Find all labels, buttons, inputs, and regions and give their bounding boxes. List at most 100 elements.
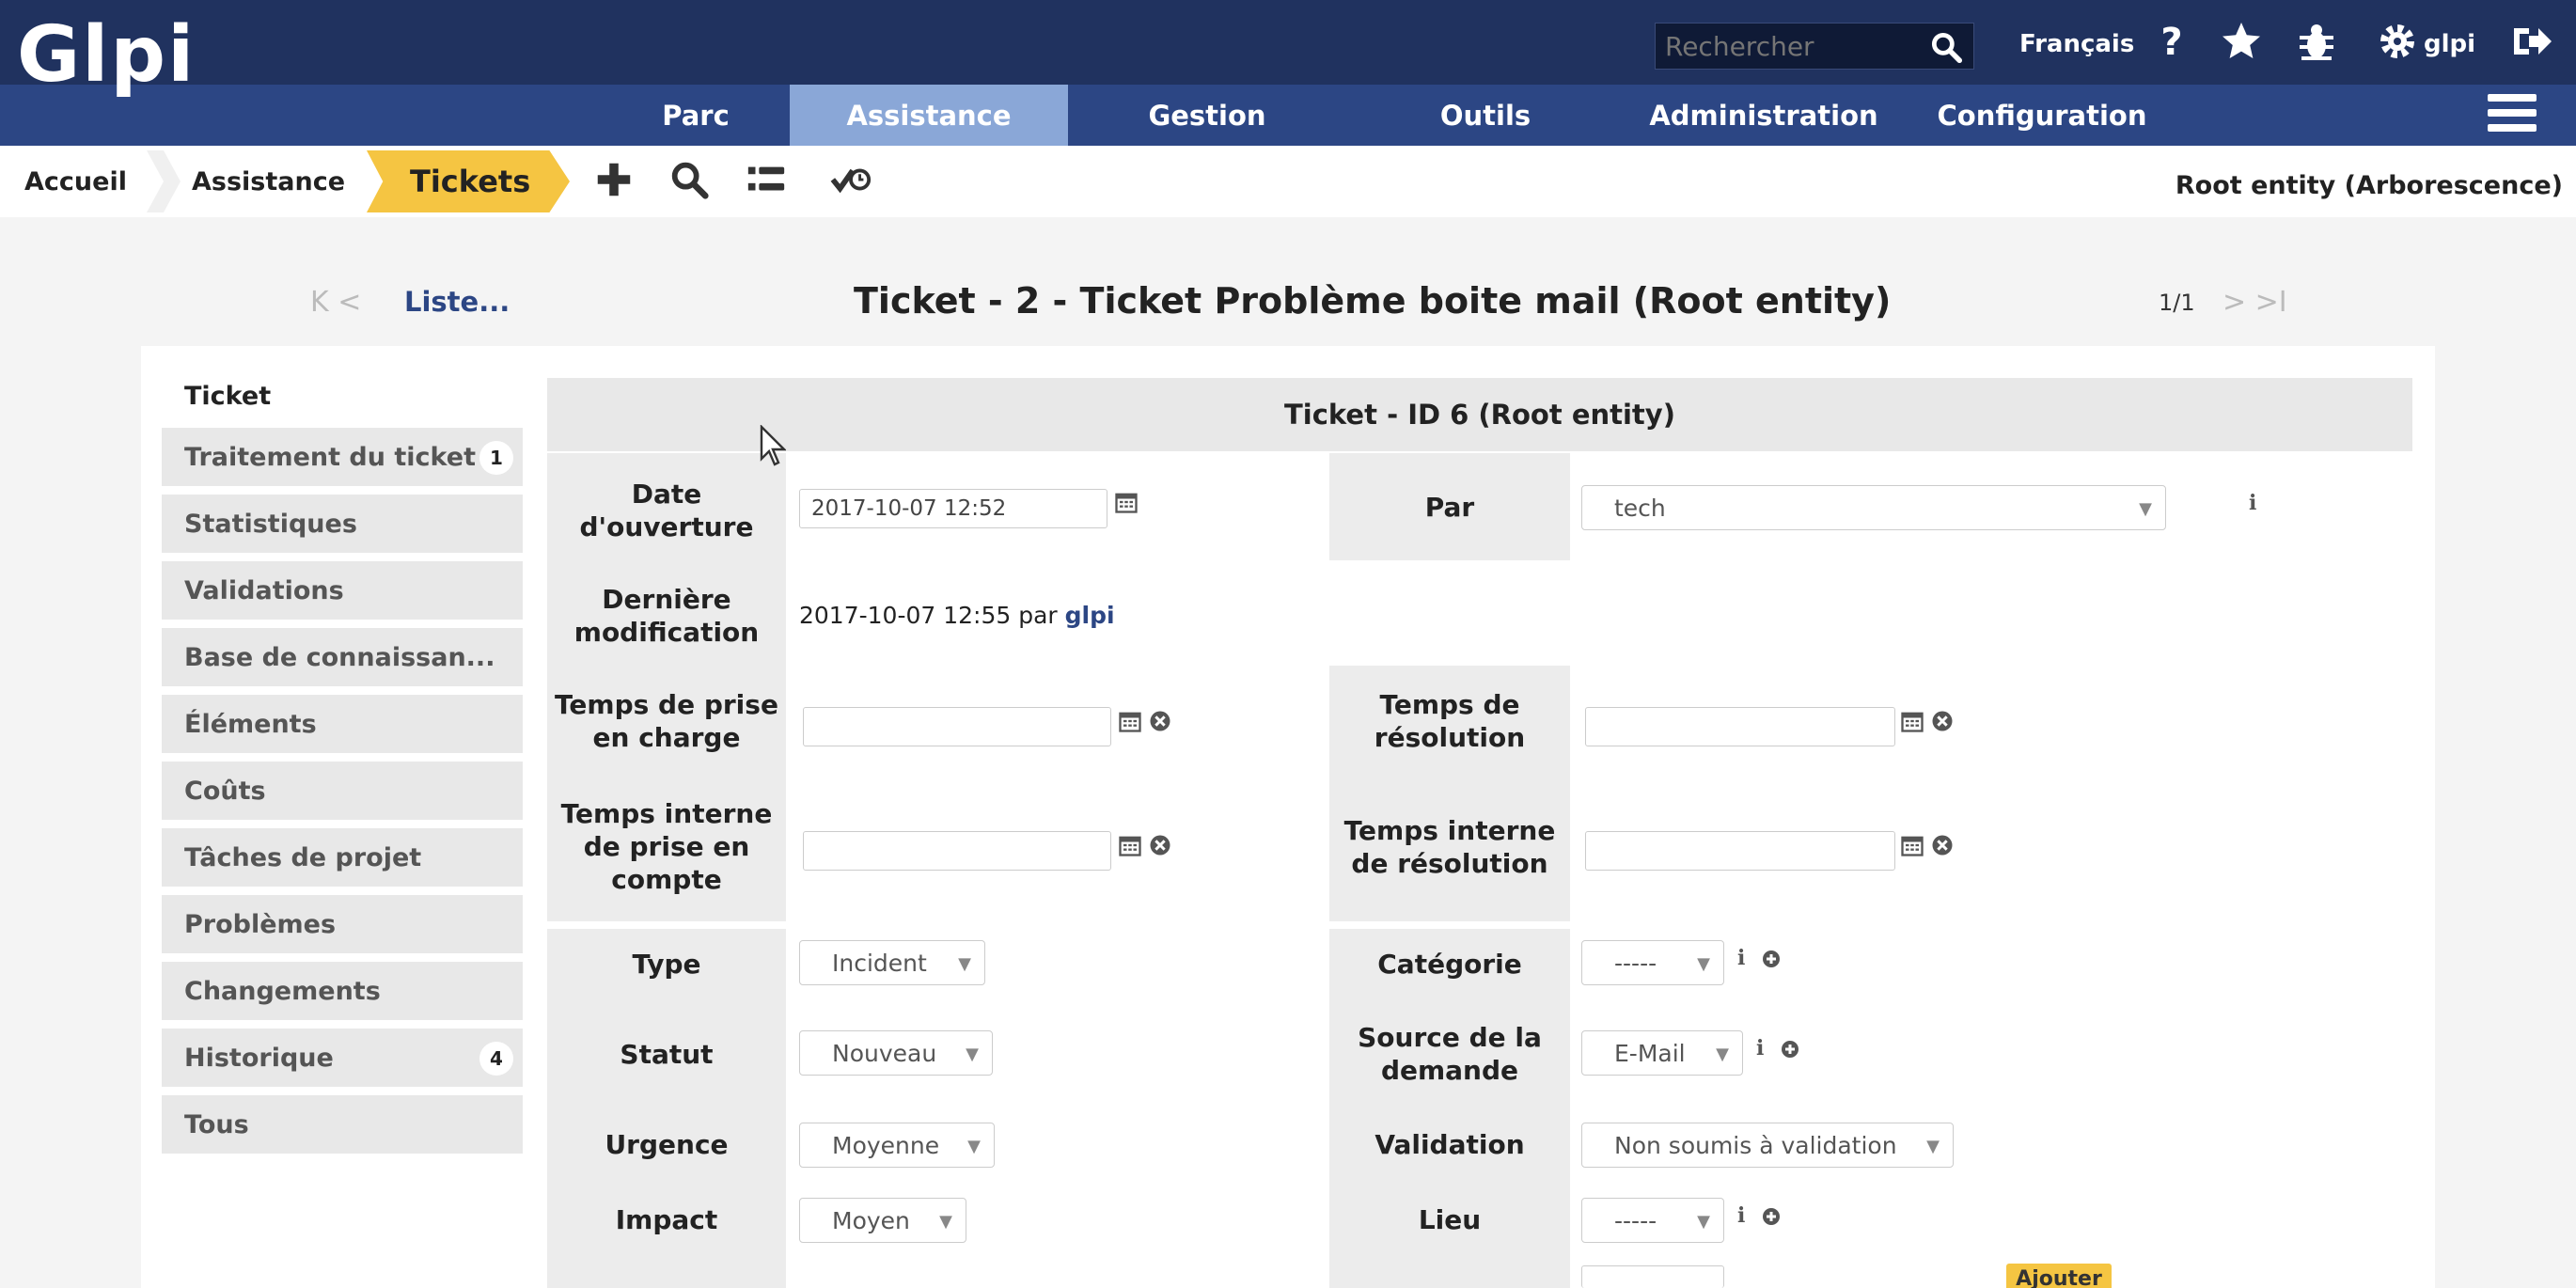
info-icon[interactable]: i	[2249, 491, 2256, 515]
category-label: Catégorie	[1377, 948, 1522, 980]
add-button[interactable]: Ajouter	[2006, 1264, 2112, 1288]
info-icon[interactable]: i	[1737, 1203, 1745, 1228]
tab-base-connaissance[interactable]: Base de connaissan...	[162, 628, 523, 686]
tab-couts[interactable]: Coûts	[162, 762, 523, 820]
tab-label: Éléments	[184, 709, 317, 739]
mouse-cursor-icon	[760, 425, 786, 466]
tab-badge: 4	[479, 1042, 513, 1076]
tab-taches-projet[interactable]: Tâches de projet	[162, 828, 523, 887]
chevron-down-icon: ▼	[958, 954, 971, 974]
validation-select[interactable]: Non soumis à validation ▼	[1581, 1123, 1954, 1168]
last-modification-user-link[interactable]: glpi	[1065, 602, 1115, 629]
partial-field[interactable]	[1581, 1265, 1724, 1288]
menu-toggle-icon[interactable]	[2488, 94, 2537, 135]
tab-elements[interactable]: Éléments	[162, 695, 523, 753]
user-name[interactable]: glpi	[2424, 21, 2475, 68]
search-icon[interactable]	[1928, 29, 1964, 65]
calendar-icon[interactable]	[1117, 708, 1143, 734]
status-label: Statut	[620, 1038, 714, 1070]
list-link[interactable]: Liste...	[404, 286, 510, 318]
ttr-label: Temps de résolution	[1374, 689, 1526, 753]
internal-ttr-input[interactable]	[1585, 831, 1895, 871]
menu-parc[interactable]: Parc	[602, 85, 790, 146]
impact-value: Moyen	[832, 1206, 910, 1234]
entity-label[interactable]: Root entity (Arborescence)	[2175, 171, 2563, 200]
list-icon[interactable]	[745, 158, 788, 201]
svg-text:?: ?	[2160, 21, 2182, 64]
gear-icon[interactable]	[2375, 19, 2420, 64]
nav-previous[interactable]: K <	[310, 286, 361, 319]
nav-next[interactable]: > >I	[2223, 286, 2287, 319]
chevron-down-icon: ▼	[1697, 1212, 1710, 1232]
breadcrumb-tickets[interactable]: Tickets	[367, 150, 570, 212]
ttr-input[interactable]	[1585, 707, 1895, 746]
info-icon[interactable]: i	[1756, 1036, 1764, 1060]
last-modification-value: 2017-10-07 12:55 par glpi	[799, 602, 1115, 629]
internal-tto-label: Temps interne de prise en compte	[560, 797, 773, 895]
clear-icon[interactable]	[1147, 832, 1173, 858]
info-icon[interactable]: i	[1737, 946, 1745, 970]
search-input[interactable]	[1656, 24, 1909, 70]
type-select[interactable]: Incident ▼	[799, 940, 985, 985]
tab-changements[interactable]: Changements	[162, 962, 523, 1020]
search-icon[interactable]	[668, 158, 711, 201]
add-circle-icon[interactable]	[1779, 1038, 1801, 1060]
tab-label: Tous	[184, 1109, 249, 1139]
clear-icon[interactable]	[1929, 708, 1956, 734]
bug-icon[interactable]	[2294, 19, 2339, 64]
tto-input[interactable]	[803, 707, 1111, 746]
calendar-icon[interactable]	[1899, 708, 1925, 734]
source-label: Source de la demande	[1358, 1022, 1542, 1086]
tto-label: Temps de prise en charge	[555, 689, 778, 753]
status-select[interactable]: Nouveau ▼	[799, 1030, 993, 1076]
menu-assistance[interactable]: Assistance	[790, 85, 1068, 146]
tab-statistiques[interactable]: Statistiques	[162, 495, 523, 553]
chevron-down-icon: ▼	[1926, 1137, 1940, 1156]
validation-label: Validation	[1374, 1128, 1525, 1160]
help-icon[interactable]: ?	[2149, 19, 2194, 64]
tab-ticket[interactable]: Ticket	[162, 367, 523, 425]
add-circle-icon[interactable]	[1760, 948, 1783, 970]
language-selector[interactable]: Français	[2019, 21, 2134, 68]
category-select[interactable]: ----- ▼	[1581, 940, 1724, 985]
location-value: -----	[1614, 1206, 1657, 1234]
tab-label: Traitement du ticket	[184, 442, 476, 472]
tab-problemes[interactable]: Problèmes	[162, 895, 523, 953]
source-value: E-Mail	[1614, 1039, 1686, 1067]
chevron-down-icon: ▼	[1716, 1045, 1729, 1064]
tab-historique[interactable]: Historique 4	[162, 1029, 523, 1087]
menu-gestion[interactable]: Gestion	[1068, 85, 1346, 146]
clear-icon[interactable]	[1929, 832, 1956, 858]
breadcrumb-assistance[interactable]: Assistance	[192, 150, 345, 212]
tab-label: Tâches de projet	[184, 842, 422, 872]
tab-tous[interactable]: Tous	[162, 1095, 523, 1154]
calendar-icon[interactable]	[1113, 489, 1139, 515]
tab-traitement[interactable]: Traitement du ticket 1	[162, 428, 523, 486]
urgency-select[interactable]: Moyenne ▼	[799, 1123, 995, 1168]
source-select[interactable]: E-Mail ▼	[1581, 1030, 1743, 1076]
page-counter: 1/1	[2159, 290, 2195, 316]
tab-validations[interactable]: Validations	[162, 561, 523, 620]
date-opening-input[interactable]: 2017-10-07 12:52	[799, 489, 1107, 528]
menu-administration[interactable]: Administration	[1625, 85, 1903, 146]
clear-icon[interactable]	[1147, 708, 1173, 734]
add-icon[interactable]	[592, 158, 636, 201]
check-clock-icon[interactable]	[829, 158, 872, 201]
calendar-icon[interactable]	[1899, 832, 1925, 858]
star-icon[interactable]	[2219, 19, 2264, 64]
menu-outils[interactable]: Outils	[1346, 85, 1625, 146]
type-label: Type	[632, 948, 701, 980]
page-title: Ticket - 2 - Ticket Problème boite mail …	[854, 280, 1892, 322]
urgency-label: Urgence	[605, 1128, 729, 1160]
glpi-logo[interactable]: Glpi	[17, 17, 196, 94]
last-modification-label: Dernière modification	[573, 584, 760, 648]
calendar-icon[interactable]	[1117, 832, 1143, 858]
location-select[interactable]: ----- ▼	[1581, 1198, 1724, 1243]
impact-select[interactable]: Moyen ▼	[799, 1198, 966, 1243]
breadcrumb-home[interactable]: Accueil	[24, 150, 127, 212]
internal-tto-input[interactable]	[803, 831, 1111, 871]
logout-icon[interactable]	[2508, 19, 2553, 64]
by-select[interactable]: tech ▼	[1581, 485, 2166, 530]
menu-configuration[interactable]: Configuration	[1903, 85, 2181, 146]
add-circle-icon[interactable]	[1760, 1205, 1783, 1228]
